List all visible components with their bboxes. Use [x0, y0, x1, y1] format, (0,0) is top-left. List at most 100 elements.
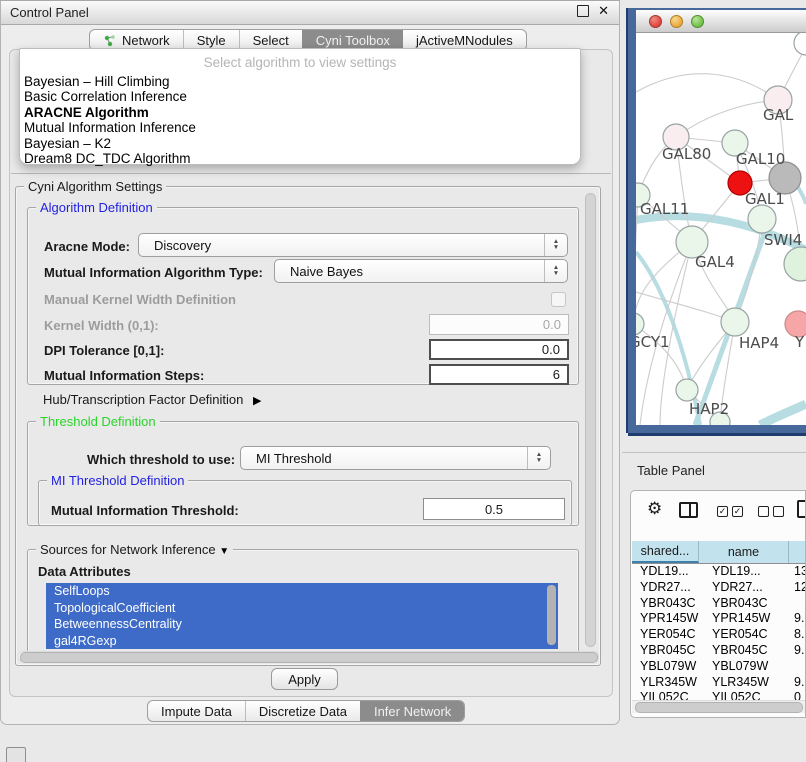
group-title: Threshold Definition — [36, 414, 160, 429]
algorithm-option[interactable]: Mutual Information Inference — [20, 120, 580, 135]
apply-button[interactable]: Apply — [271, 668, 338, 690]
kernel-width-label: Kernel Width (0,1): — [44, 318, 159, 333]
column-header[interactable]: name — [699, 541, 789, 563]
algorithm-option[interactable]: Bayesian – K2 — [20, 136, 580, 151]
group-title: Cyni Algorithm Settings — [24, 179, 166, 194]
hub-definition-label: Hub/Transcription Factor Definition — [43, 392, 243, 407]
network-tab-icon — [103, 34, 117, 47]
node-label: HAP2 — [689, 400, 729, 418]
table-row[interactable]: YLR345WYLR345W9. — [632, 675, 806, 691]
attribute-item-selected[interactable]: BetweennessCentrality — [46, 616, 558, 633]
tab-network[interactable]: Network — [90, 30, 183, 50]
node-label: SWI4 — [764, 231, 802, 249]
tab-style[interactable]: Style — [183, 30, 239, 50]
table-row[interactable]: YDL19...YDL19...13 — [632, 564, 806, 580]
document-icon[interactable] — [797, 500, 806, 518]
kernel-width-field[interactable]: 0.0 — [429, 314, 569, 335]
minimized-panel-icon[interactable] — [6, 747, 26, 762]
unchecked-checkbox-icon[interactable] — [773, 506, 784, 517]
settings-scrollbar[interactable] — [585, 193, 596, 647]
gear-icon[interactable]: ⚙ — [647, 500, 662, 517]
table-row[interactable]: YBR043CYBR043C — [632, 596, 806, 612]
network-node[interactable] — [784, 247, 806, 281]
tab-jactivemnodules[interactable]: jActiveMNodules — [403, 30, 526, 50]
node-label: Y — [794, 333, 805, 351]
zoom-traffic-light[interactable] — [691, 15, 704, 28]
aracne-mode-select[interactable]: Discovery ▲▼ — [138, 233, 568, 257]
sources-title: Sources for Network Inference — [40, 542, 216, 557]
tab-label: Select — [253, 33, 289, 48]
table-row[interactable]: YER054CYER054C8. — [632, 627, 806, 643]
sources-group: Sources for Network Inference ▼ Data Att… — [27, 549, 579, 661]
table-hscrollbar[interactable] — [632, 700, 806, 713]
node-label: GAL — [763, 106, 794, 124]
algorithm-option-highlighted[interactable]: ARACNE Algorithm — [20, 105, 580, 120]
mi-steps-field[interactable]: 6 — [429, 364, 569, 385]
table-row[interactable]: YBR045CYBR045C9. — [632, 643, 806, 659]
close-icon[interactable]: ✕ — [598, 4, 609, 18]
network-node[interactable] — [676, 379, 698, 401]
algorithm-option[interactable]: Bayesian – Hill Climbing — [20, 74, 580, 89]
dpi-tolerance-label: DPI Tolerance [0,1]: — [44, 343, 164, 358]
algorithm-dropdown-placeholder: Select algorithm to view settings — [20, 55, 580, 70]
network-node-labels: GAL GAL80 GAL10 GAL1 GAL11 SWI4 GAL4 GCY… — [636, 106, 805, 418]
column-header[interactable] — [789, 541, 806, 563]
close-traffic-light[interactable] — [649, 15, 662, 28]
attribute-item-selected[interactable]: TopologicalCoefficient — [46, 600, 558, 617]
table-header-row: shared... name — [632, 541, 806, 564]
group-title: MI Threshold Definition — [47, 473, 188, 488]
tab-select[interactable]: Select — [239, 30, 302, 50]
network-node[interactable] — [748, 205, 776, 233]
expand-right-icon[interactable]: ▶ — [253, 395, 261, 407]
tab-infer-network[interactable]: Infer Network — [360, 701, 464, 721]
table-row[interactable]: YPR145WYPR145W9. — [632, 611, 806, 627]
table-row[interactable]: YBL079WYBL079W — [632, 659, 806, 675]
tab-impute-data[interactable]: Impute Data — [148, 701, 245, 721]
network-window-titlebar[interactable] — [636, 10, 806, 33]
dpi-tolerance-field[interactable]: 0.0 — [429, 339, 569, 360]
control-panel-titlebar: Control Panel ✕ — [1, 1, 619, 25]
mi-algorithm-type-value: Naive Bayes — [275, 264, 544, 279]
hub-definition-toggle[interactable]: Hub/Transcription Factor Definition ▶ — [43, 392, 261, 407]
threshold-definition-group: Threshold Definition Which threshold to … — [27, 421, 579, 526]
algorithm-option[interactable]: Basic Correlation Inference — [20, 89, 580, 104]
control-panel-title: Control Panel — [1, 5, 89, 20]
expand-down-icon[interactable]: ▼ — [219, 546, 229, 557]
stepper-icon: ▲▼ — [527, 447, 550, 469]
unchecked-checkbox-icon[interactable] — [758, 506, 769, 517]
sources-toggle[interactable]: Sources for Network Inference ▼ — [36, 542, 233, 559]
table-row[interactable]: YDR27...YDR27...12 — [632, 580, 806, 596]
control-panel-window: Control Panel ✕ Network Style Select Cyn — [0, 0, 620, 725]
mi-threshold-field[interactable]: 0.5 — [423, 498, 565, 520]
mi-algorithm-type-select[interactable]: Naive Bayes ▲▼ — [274, 259, 568, 283]
settings-hscrollbar[interactable] — [17, 651, 599, 662]
tab-label: Network — [122, 33, 170, 48]
tab-cyni-toolbox[interactable]: Cyni Toolbox — [302, 30, 403, 50]
checked-checkbox-icon[interactable]: ✓ — [717, 506, 728, 517]
algorithm-option[interactable]: Dream8 DC_TDC Algorithm — [20, 151, 580, 166]
columns-icon[interactable] — [679, 502, 698, 518]
network-canvas[interactable]: GAL GAL80 GAL10 GAL1 GAL11 SWI4 GAL4 GCY… — [636, 33, 806, 425]
node-label: GAL80 — [662, 145, 711, 163]
network-node[interactable] — [794, 33, 806, 55]
network-view-window: GAL GAL80 GAL10 GAL1 GAL11 SWI4 GAL4 GCY… — [628, 8, 806, 433]
divider — [622, 452, 806, 453]
attribute-item-selected[interactable]: SelfLoops — [46, 583, 558, 600]
which-threshold-select[interactable]: MI Threshold ▲▼ — [240, 446, 551, 470]
network-node[interactable] — [636, 313, 644, 335]
group-title: Algorithm Definition — [36, 200, 157, 215]
column-header[interactable]: shared... — [632, 541, 699, 563]
algorithm-definition-group: Algorithm Definition Aracne Mode: Discov… — [27, 207, 579, 385]
attributes-scrollbar[interactable] — [547, 585, 556, 645]
attribute-item-selected[interactable]: gal4RGexp — [46, 633, 558, 650]
checked-checkbox-icon[interactable]: ✓ — [732, 506, 743, 517]
table-body: YDL19...YDL19...13 YDR27...YDR27...12 YB… — [632, 564, 806, 706]
tab-discretize-data[interactable]: Discretize Data — [245, 701, 360, 721]
minimize-traffic-light[interactable] — [670, 15, 683, 28]
tab-label: Impute Data — [161, 704, 232, 719]
float-panel-icon[interactable] — [577, 5, 589, 17]
network-node[interactable] — [721, 308, 749, 336]
mi-algorithm-type-label: Mutual Information Algorithm Type: — [44, 265, 263, 280]
data-attributes-list: SelfLoops TopologicalCoefficient Between… — [46, 583, 558, 649]
manual-kernel-width-checkbox[interactable] — [551, 292, 566, 307]
